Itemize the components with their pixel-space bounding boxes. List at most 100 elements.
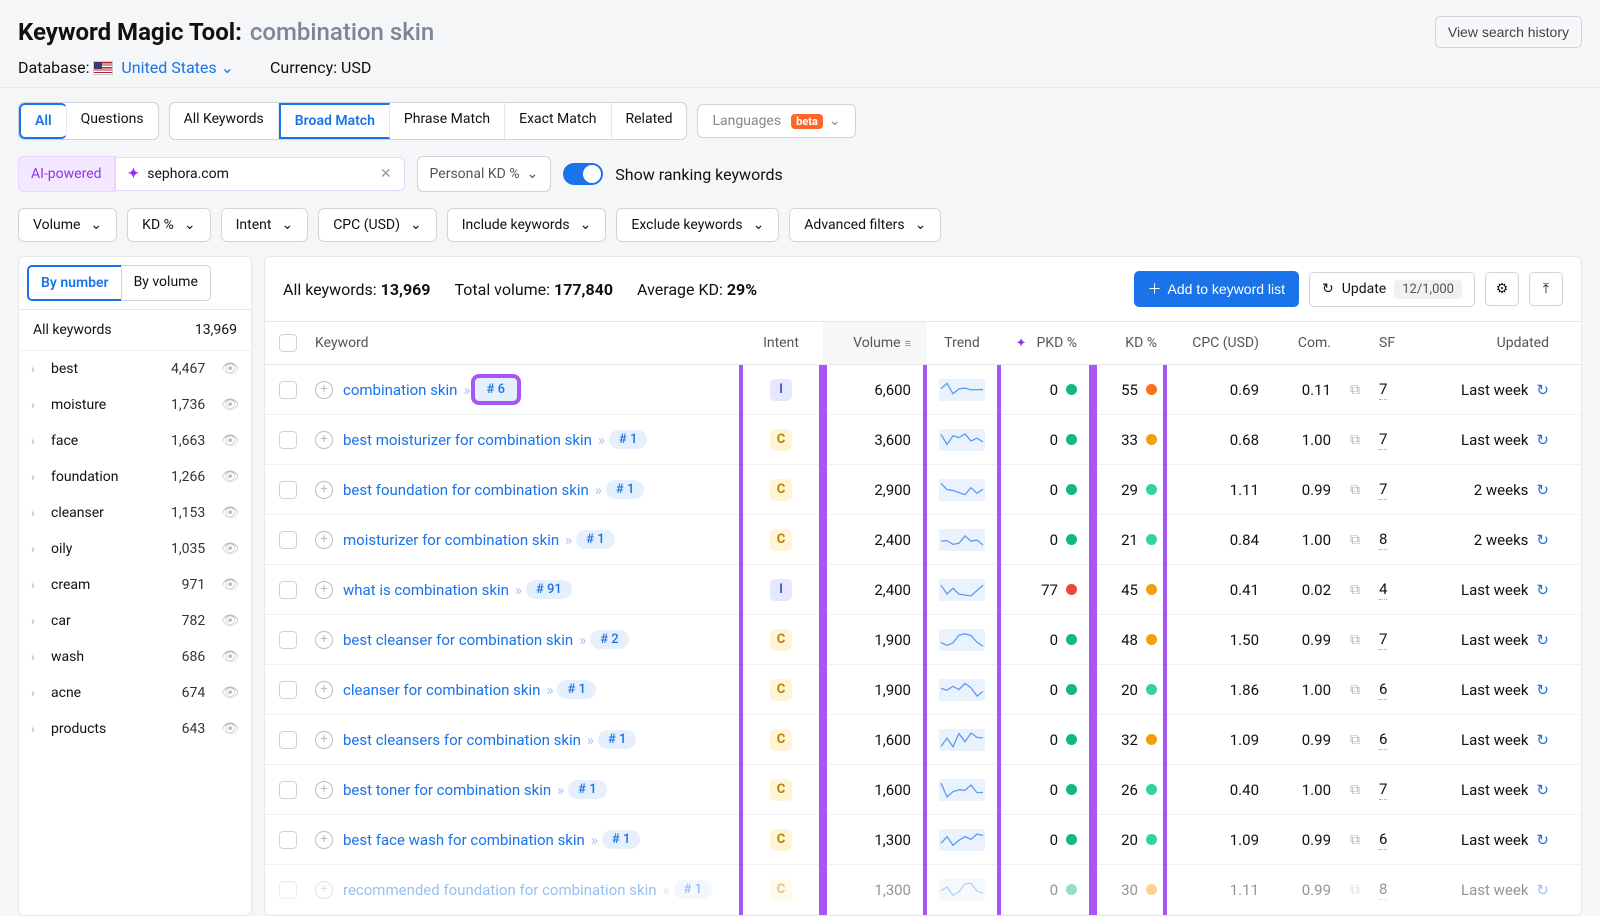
keyword-link[interactable]: best cleansers for combination skin (343, 731, 581, 749)
refresh-row-icon[interactable]: ↻ (1536, 881, 1549, 899)
view-history-button[interactable]: View search history (1435, 16, 1582, 48)
intent-chip[interactable]: C (770, 879, 792, 901)
keyword-link[interactable]: best moisturizer for combination skin (343, 431, 592, 449)
refresh-row-icon[interactable]: ↻ (1536, 731, 1549, 749)
rank-chip[interactable]: # 1 (602, 830, 640, 849)
expand-icon[interactable]: + (315, 431, 333, 449)
keyword-link[interactable]: best foundation for combination skin (343, 481, 589, 499)
cell-sf[interactable]: 7 (1379, 380, 1387, 400)
select-all-checkbox[interactable] (279, 334, 297, 352)
cell-sf[interactable]: 7 (1379, 780, 1387, 800)
expand-icon[interactable]: + (315, 381, 333, 399)
filter-intent[interactable]: Intent⌄ (221, 208, 309, 242)
refresh-row-icon[interactable]: ↻ (1536, 581, 1549, 599)
eye-icon[interactable]: 👁 (221, 361, 239, 377)
filter-volume[interactable]: Volume⌄ (18, 208, 117, 242)
filter-exclude-keywords[interactable]: Exclude keywords⌄ (616, 208, 779, 242)
eye-icon[interactable]: 👁 (221, 721, 239, 737)
cell-sf[interactable]: 6 (1379, 680, 1387, 700)
sidebar-item-cream[interactable]: ›cream971👁 (19, 567, 251, 603)
intent-chip[interactable]: I (770, 579, 792, 601)
refresh-row-icon[interactable]: ↻ (1536, 431, 1549, 449)
sidebar-item-products[interactable]: ›products643👁 (19, 711, 251, 747)
tab-all[interactable]: All (19, 103, 67, 139)
sidebar-item-face[interactable]: ›face1,663👁 (19, 423, 251, 459)
row-checkbox[interactable] (279, 831, 297, 849)
keyword-link[interactable]: best cleanser for combination skin (343, 631, 573, 649)
sidebar-item-acne[interactable]: ›acne674👁 (19, 675, 251, 711)
intent-chip[interactable]: C (770, 479, 792, 501)
row-checkbox[interactable] (279, 431, 297, 449)
sidebar-item-car[interactable]: ›car782👁 (19, 603, 251, 639)
tab-all-keywords[interactable]: All Keywords (170, 103, 279, 139)
intent-chip[interactable]: C (770, 429, 792, 451)
database-selector[interactable]: Database: United States ⌄ (18, 58, 234, 77)
serp-preview-icon[interactable]: ⧉ (1350, 682, 1360, 698)
eye-icon[interactable]: 👁 (221, 469, 239, 485)
expand-icon[interactable]: + (315, 781, 333, 799)
cell-sf[interactable]: 6 (1379, 730, 1387, 750)
row-checkbox[interactable] (279, 581, 297, 599)
col-volume[interactable]: Volume ≡ (823, 322, 927, 364)
filter-advanced-filters[interactable]: Advanced filters⌄ (789, 208, 941, 242)
filter-cpc-usd-[interactable]: CPC (USD)⌄ (318, 208, 437, 242)
tab-phrase-match[interactable]: Phrase Match (390, 103, 505, 139)
expand-icon[interactable]: + (315, 681, 333, 699)
rank-chip[interactable]: # 1 (606, 480, 644, 499)
refresh-row-icon[interactable]: ↻ (1536, 481, 1549, 499)
row-checkbox[interactable] (279, 731, 297, 749)
refresh-row-icon[interactable]: ↻ (1536, 381, 1549, 399)
show-ranking-toggle[interactable] (563, 163, 603, 185)
refresh-row-icon[interactable]: ↻ (1536, 681, 1549, 699)
expand-icon[interactable]: + (315, 831, 333, 849)
intent-chip[interactable]: C (770, 829, 792, 851)
sidebar-all-label[interactable]: All keywords (33, 322, 112, 338)
col-trend[interactable]: Trend (927, 322, 997, 364)
export-button[interactable]: ⤒ (1529, 272, 1563, 306)
sidebar-item-foundation[interactable]: ›foundation1,266👁 (19, 459, 251, 495)
tab-exact-match[interactable]: Exact Match (505, 103, 611, 139)
personal-kd-selector[interactable]: Personal KD % ⌄ (417, 156, 552, 192)
expand-icon[interactable]: + (315, 481, 333, 499)
ai-domain-input[interactable]: ✦ sephora.com ✕ (115, 157, 405, 191)
serp-preview-icon[interactable]: ⧉ (1350, 532, 1360, 548)
keyword-link[interactable]: moisturizer for combination skin (343, 531, 559, 549)
rank-chip[interactable]: # 1 (576, 530, 614, 549)
rank-chip[interactable]: # 1 (557, 680, 595, 699)
eye-icon[interactable]: 👁 (221, 541, 239, 557)
tab-broad-match[interactable]: Broad Match (279, 103, 390, 139)
keyword-link[interactable]: best face wash for combination skin (343, 831, 585, 849)
row-checkbox[interactable] (279, 781, 297, 799)
keyword-link[interactable]: what is combination skin (343, 581, 509, 599)
sidebar-tab-by-volume[interactable]: By volume (121, 265, 211, 301)
rank-chip[interactable]: # 1 (674, 880, 712, 899)
row-checkbox[interactable] (279, 481, 297, 499)
keyword-link[interactable]: cleanser for combination skin (343, 681, 540, 699)
serp-preview-icon[interactable]: ⧉ (1350, 582, 1360, 598)
col-updated[interactable]: Updated (1419, 322, 1561, 364)
col-sf[interactable]: SF (1373, 322, 1419, 364)
eye-icon[interactable]: 👁 (221, 685, 239, 701)
sidebar-item-wash[interactable]: ›wash686👁 (19, 639, 251, 675)
row-checkbox[interactable] (279, 631, 297, 649)
cell-sf[interactable]: 7 (1379, 480, 1387, 500)
keyword-link[interactable]: best toner for combination skin (343, 781, 551, 799)
col-pkd[interactable]: ✦PKD % (997, 322, 1093, 364)
cell-sf[interactable]: 6 (1379, 830, 1387, 850)
serp-preview-icon[interactable]: ⧉ (1350, 432, 1360, 448)
serp-preview-icon[interactable]: ⧉ (1350, 782, 1360, 798)
clear-icon[interactable]: ✕ (380, 166, 392, 182)
cell-sf[interactable]: 4 (1379, 580, 1387, 600)
sidebar-item-cleanser[interactable]: ›cleanser1,153👁 (19, 495, 251, 531)
rank-chip[interactable]: # 1 (568, 780, 606, 799)
filter-include-keywords[interactable]: Include keywords⌄ (447, 208, 607, 242)
intent-chip[interactable]: C (770, 779, 792, 801)
serp-preview-icon[interactable]: ⧉ (1350, 732, 1360, 748)
expand-icon[interactable]: + (315, 881, 333, 899)
eye-icon[interactable]: 👁 (221, 613, 239, 629)
cell-sf[interactable]: 8 (1379, 880, 1387, 900)
expand-icon[interactable]: + (315, 731, 333, 749)
serp-preview-icon[interactable]: ⧉ (1350, 632, 1360, 648)
refresh-row-icon[interactable]: ↻ (1536, 781, 1549, 799)
languages-selector[interactable]: Languages beta ⌄ (697, 104, 855, 138)
